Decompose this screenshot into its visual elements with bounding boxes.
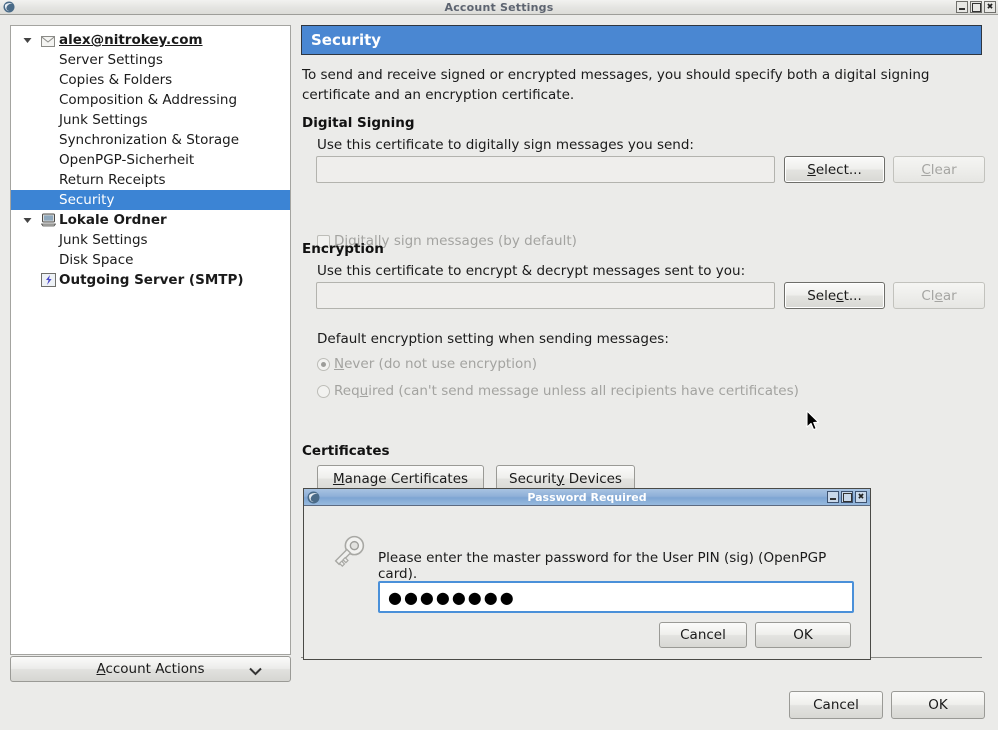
encryption-certificate-field[interactable] xyxy=(316,282,775,309)
signing-select-button[interactable]: Select... xyxy=(784,156,885,183)
envelope-icon xyxy=(41,33,55,47)
sidebar-item-label: Server Settings xyxy=(59,50,163,70)
sidebar-item-label: Return Receipts xyxy=(59,170,166,190)
sidebar-item-return-receipts[interactable]: Return Receipts xyxy=(11,170,290,190)
ok-button[interactable]: OK xyxy=(891,691,985,719)
sidebar-item-openpgp-sicherheit[interactable]: OpenPGP-Sicherheit xyxy=(11,150,290,170)
default-encryption-label: Default encryption setting when sending … xyxy=(317,331,669,347)
settings-sidebar[interactable]: alex@nitrokey.comServer SettingsCopies &… xyxy=(10,25,291,655)
dialog-titlebar: Password Required ✖ xyxy=(304,489,870,506)
sidebar-item-label: Outgoing Server (SMTP) xyxy=(59,270,244,290)
dialog-ok-button[interactable]: OK xyxy=(755,622,851,648)
radio-never xyxy=(317,358,330,371)
computer-icon xyxy=(41,213,55,227)
sidebar-item-label: Security xyxy=(59,190,114,210)
sidebar-item-label: Synchronization & Storage xyxy=(59,130,239,150)
digital-signing-sublabel: Use this certificate to digitally sign m… xyxy=(317,137,694,153)
window-titlebar: Account Settings ✖ xyxy=(0,0,998,15)
encryption-option-never: Never (do not use encryption) xyxy=(317,356,537,372)
window-controls: ✖ xyxy=(956,1,996,13)
close-icon[interactable]: ✖ xyxy=(984,1,996,13)
twisty-expanded-icon[interactable] xyxy=(21,30,33,50)
minimize-icon[interactable] xyxy=(827,491,839,503)
outgoing-server-icon xyxy=(41,273,55,287)
minimize-icon[interactable] xyxy=(956,1,968,13)
sidebar-item-composition-addressing[interactable]: Composition & Addressing xyxy=(11,90,290,110)
sidebar-item-outgoing-server-smtp[interactable]: Outgoing Server (SMTP) xyxy=(11,270,290,290)
sidebar-item-label: Composition & Addressing xyxy=(59,90,237,110)
sidebar-item-label: Disk Space xyxy=(59,250,133,270)
account-tree[interactable]: alex@nitrokey.comServer SettingsCopies &… xyxy=(11,26,290,290)
radio-required xyxy=(317,385,330,398)
password-input[interactable]: ●●●●●●●● xyxy=(378,581,854,613)
dialog-cancel-button[interactable]: Cancel xyxy=(659,622,747,648)
digital-signing-heading: Digital Signing xyxy=(302,115,415,131)
sidebar-item-server-settings[interactable]: Server Settings xyxy=(11,50,290,70)
page-title: Security xyxy=(301,25,982,55)
cancel-button[interactable]: Cancel xyxy=(789,691,883,719)
certificates-heading: Certificates xyxy=(302,443,390,459)
encryption-heading: Encryption xyxy=(302,241,384,257)
sidebar-item-lokale-ordner[interactable]: Lokale Ordner xyxy=(11,210,290,230)
sidebar-item-alex-nitrokey-com[interactable]: alex@nitrokey.com xyxy=(11,30,290,50)
chevron-down-icon xyxy=(249,664,262,680)
account-actions-button[interactable]: Account Actions xyxy=(10,656,291,682)
sidebar-item-copies-folders[interactable]: Copies & Folders xyxy=(11,70,290,90)
sidebar-item-junk-settings[interactable]: Junk Settings xyxy=(11,230,290,250)
dialog-window-controls: ✖ xyxy=(827,491,867,503)
signing-certificate-field[interactable] xyxy=(316,156,775,183)
dialog-title: Password Required xyxy=(304,489,870,506)
encryption-select-button[interactable]: Select... xyxy=(784,282,885,309)
maximize-icon[interactable] xyxy=(841,491,853,503)
sidebar-item-security[interactable]: Security xyxy=(11,190,290,210)
dialog-message: Please enter the master password for the… xyxy=(378,550,848,582)
signing-clear-button: Clear xyxy=(893,156,985,183)
sidebar-item-junk-settings[interactable]: Junk Settings xyxy=(11,110,290,130)
sidebar-item-label: alex@nitrokey.com xyxy=(59,30,203,50)
key-icon xyxy=(326,530,370,574)
sidebar-item-label: Copies & Folders xyxy=(59,70,172,90)
intro-text: To send and receive signed or encrypted … xyxy=(302,65,977,105)
window-title: Account Settings xyxy=(0,0,998,15)
dialog-body: Please enter the master password for the… xyxy=(304,506,870,660)
account-actions-label: Account Actions xyxy=(96,661,204,677)
encryption-option-never-label: Never (do not use encryption) xyxy=(334,356,537,372)
encryption-option-required: Required (can't send message unless all … xyxy=(317,383,799,399)
encryption-sublabel: Use this certificate to encrypt & decryp… xyxy=(317,263,745,279)
encryption-clear-button: Clear xyxy=(893,282,985,309)
sidebar-item-label: Junk Settings xyxy=(59,230,148,250)
sidebar-item-label: Lokale Ordner xyxy=(59,210,167,230)
encryption-option-required-label: Required (can't send message unless all … xyxy=(334,383,799,399)
twisty-expanded-icon[interactable] xyxy=(21,210,33,230)
close-icon[interactable]: ✖ xyxy=(855,491,867,503)
password-required-dialog[interactable]: Password Required ✖ Please enter the mas… xyxy=(303,488,871,660)
sidebar-item-label: Junk Settings xyxy=(59,110,148,130)
sidebar-item-label: OpenPGP-Sicherheit xyxy=(59,150,194,170)
sidebar-item-disk-space[interactable]: Disk Space xyxy=(11,250,290,270)
sidebar-item-synchronization-storage[interactable]: Synchronization & Storage xyxy=(11,130,290,150)
maximize-icon[interactable] xyxy=(970,1,982,13)
